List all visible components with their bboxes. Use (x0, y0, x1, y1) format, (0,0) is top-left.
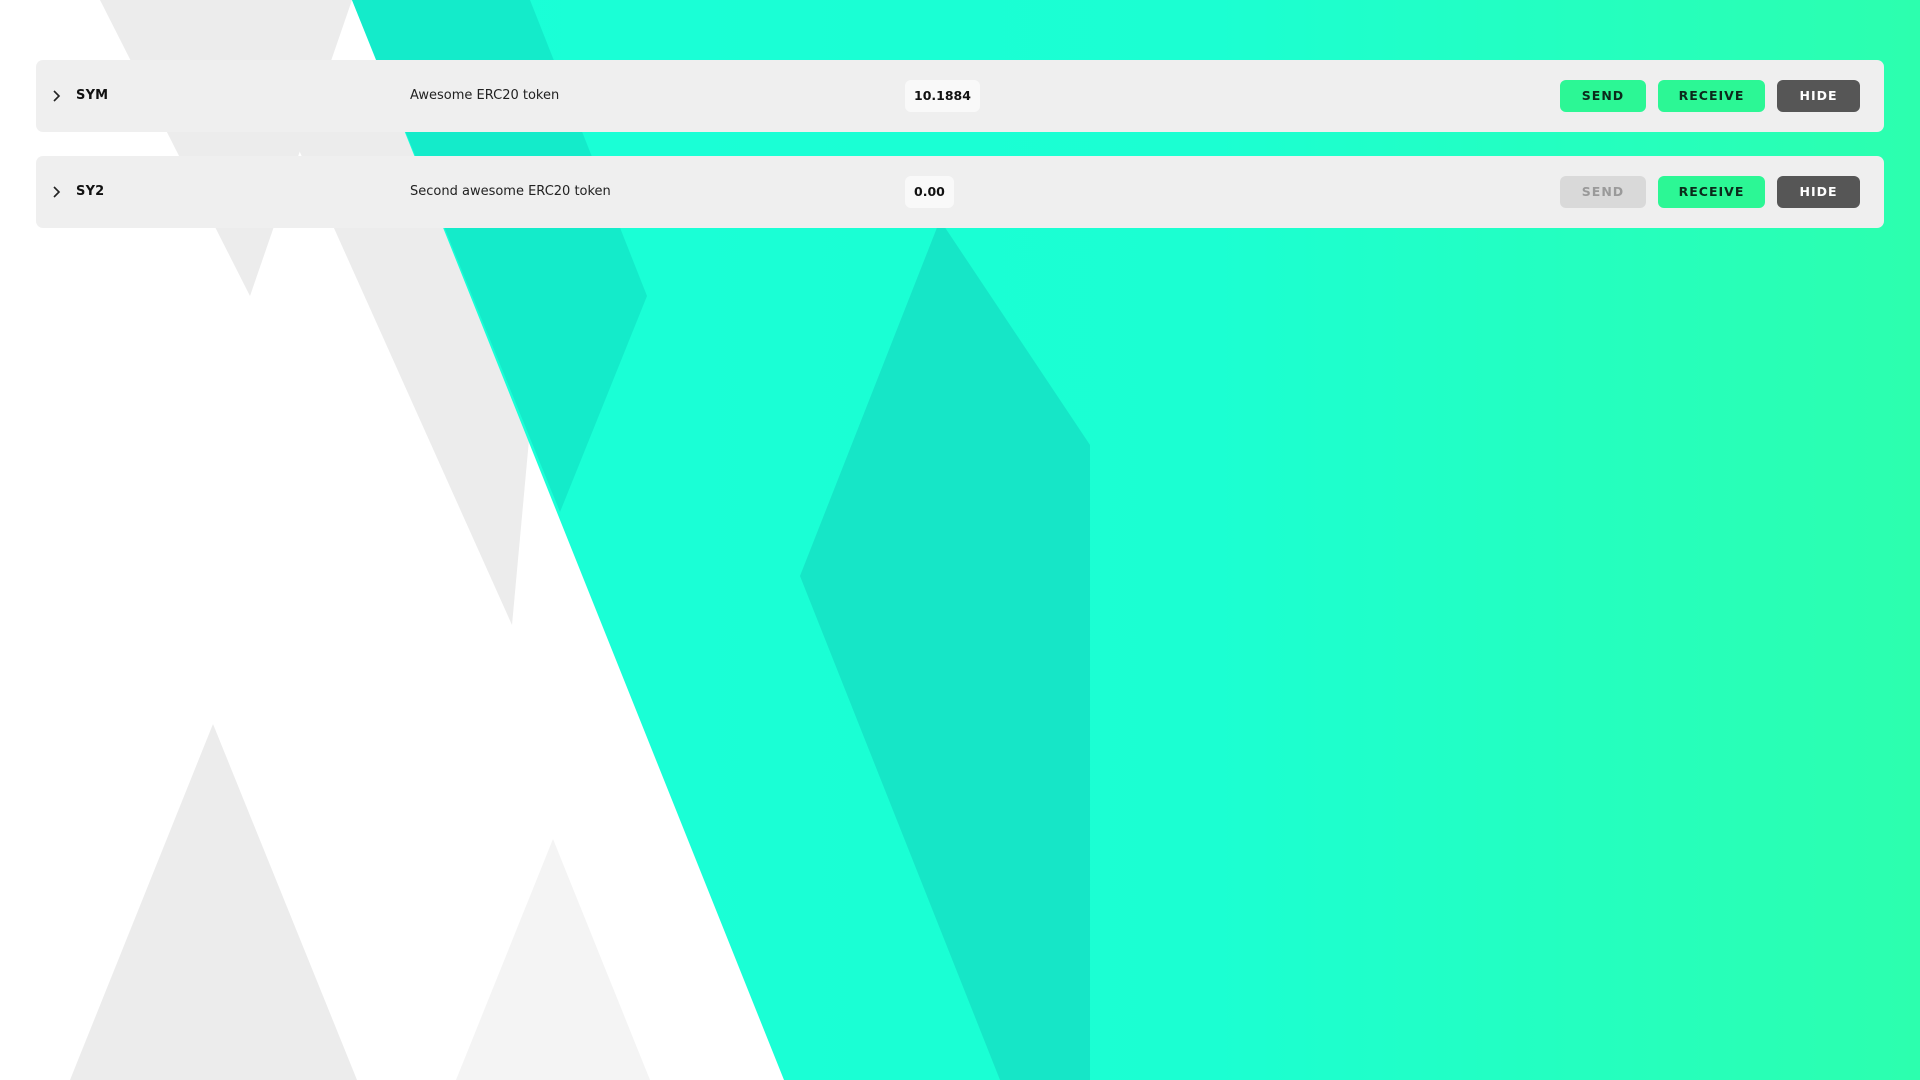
token-row-sym: SYM Awesome ERC20 token 10.1884 SEND REC… (36, 60, 1884, 132)
hide-button[interactable]: HIDE (1777, 176, 1860, 208)
token-balance: 10.1884 (905, 80, 980, 112)
chevron-right-icon[interactable] (48, 88, 64, 104)
token-balance: 0.00 (905, 176, 954, 208)
chevron-right-icon[interactable] (48, 184, 64, 200)
token-actions: SEND RECEIVE HIDE (1560, 176, 1860, 208)
token-row-sy2: SY2 Second awesome ERC20 token 0.00 SEND… (36, 156, 1884, 228)
send-button[interactable]: SEND (1560, 80, 1646, 112)
token-symbol: SYM (76, 88, 109, 103)
token-list: SYM Awesome ERC20 token 10.1884 SEND REC… (36, 60, 1884, 252)
hide-button[interactable]: HIDE (1777, 80, 1860, 112)
receive-button[interactable]: RECEIVE (1658, 176, 1765, 208)
send-button-disabled: SEND (1560, 176, 1646, 208)
token-symbol: SY2 (76, 184, 105, 199)
token-actions: SEND RECEIVE HIDE (1560, 80, 1860, 112)
receive-button[interactable]: RECEIVE (1658, 80, 1765, 112)
token-name: Awesome ERC20 token (410, 88, 560, 103)
token-name: Second awesome ERC20 token (410, 184, 611, 199)
